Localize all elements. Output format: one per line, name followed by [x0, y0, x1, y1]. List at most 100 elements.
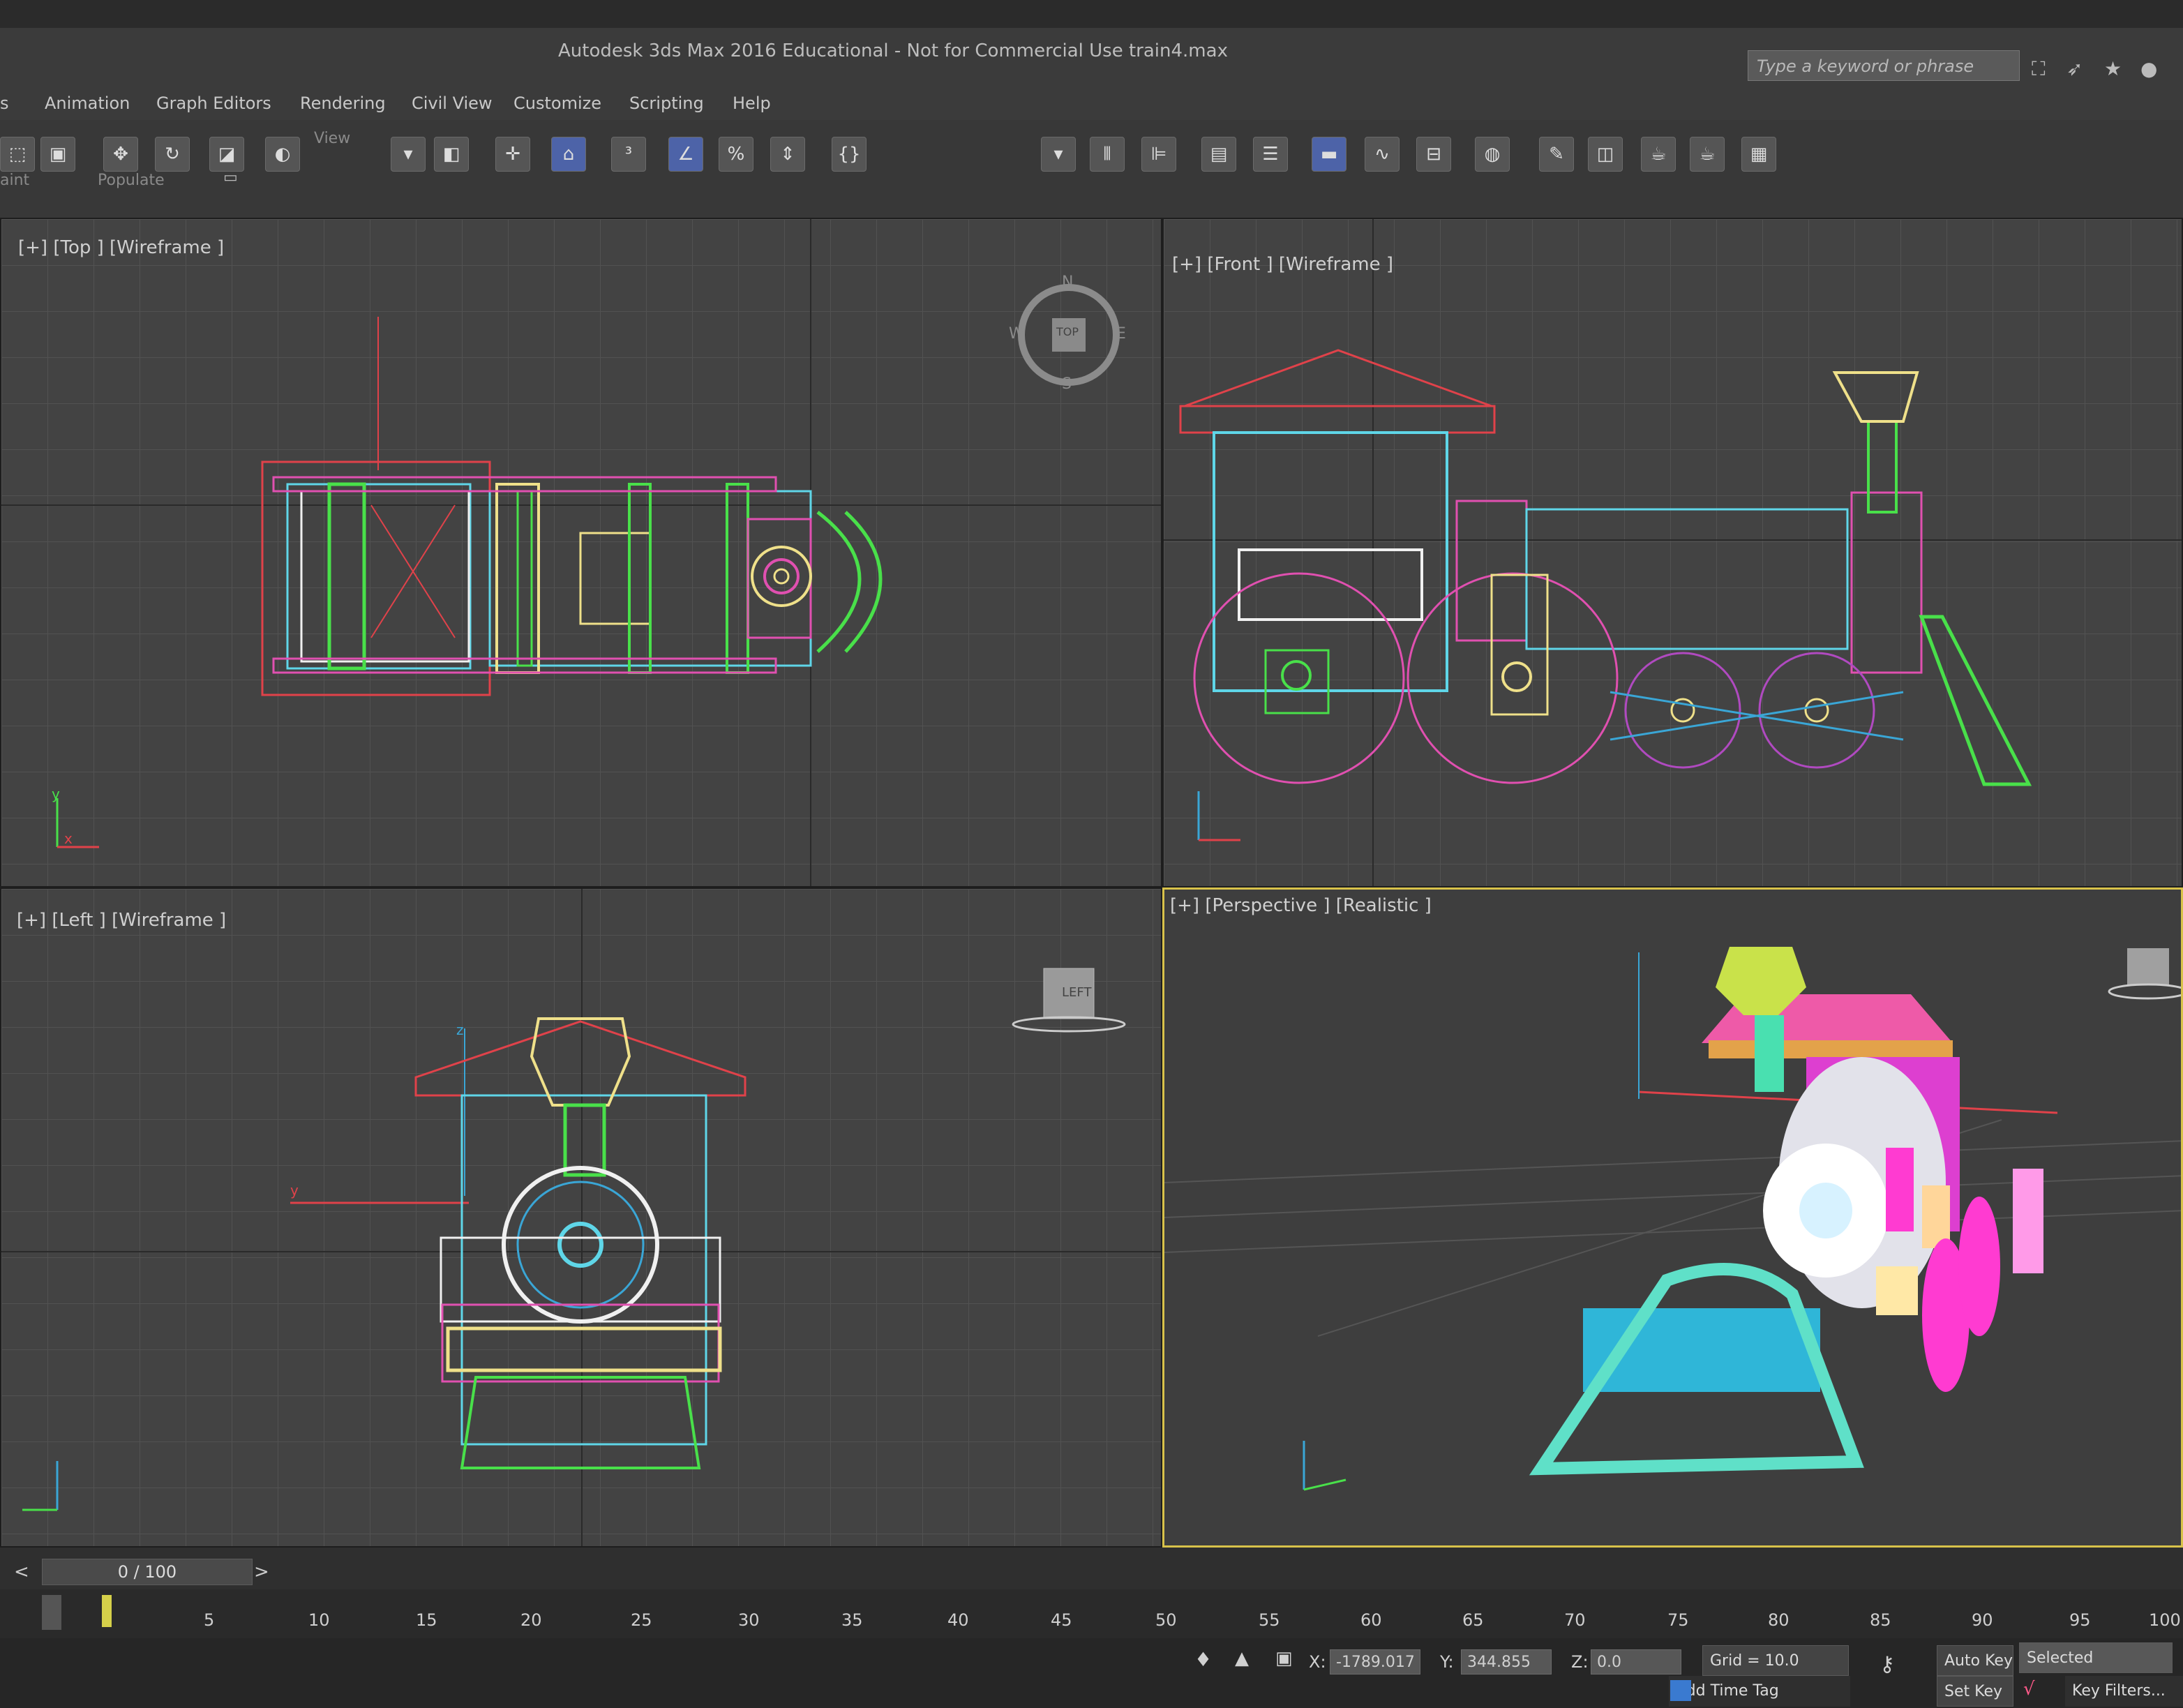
key-mode-icon[interactable] — [42, 1595, 61, 1630]
menu-item-partial[interactable]: s — [0, 93, 9, 113]
tick-label: 45 — [1051, 1610, 1072, 1630]
viewcube-left[interactable] — [1012, 968, 1126, 1033]
tick-label: 70 — [1564, 1610, 1586, 1630]
key-filter-icon[interactable]: √ — [2023, 1679, 2035, 1700]
prev-frame-button[interactable]: < — [14, 1561, 29, 1582]
render-iterative-icon[interactable]: ☕ — [1690, 137, 1725, 172]
user-icon[interactable]: ● — [2140, 57, 2157, 80]
render-online-icon[interactable]: ▦ — [1741, 137, 1776, 172]
curve-editor-icon[interactable]: ∿ — [1365, 137, 1400, 172]
search-input[interactable]: Type a keyword or phrase — [1748, 50, 2020, 81]
menu-rendering[interactable]: Rendering — [300, 93, 386, 113]
viewcube-left-face[interactable]: LEFT — [1062, 985, 1091, 1000]
viewport-label-top[interactable]: [+] [Top ] [Wireframe ] — [18, 237, 224, 258]
auto-key-button[interactable]: Auto Key — [1937, 1645, 2013, 1676]
main-toolbar: ⬚ ▣ ✥ ↻ ◪ ◐ View ▾ ◧ ✛ ⌂ ³ ∠ % ⇕ {} ▾ ⫴ … — [0, 120, 2183, 218]
mirror-icon[interactable]: ⫴ — [1090, 137, 1125, 172]
render-setup-icon[interactable]: ✎ — [1539, 137, 1574, 172]
place-icon[interactable]: ◐ — [265, 137, 300, 172]
grid-display: Grid = 10.0 — [1702, 1645, 1849, 1676]
left-axis-y-label: y — [290, 1182, 299, 1199]
lock-selection-icon[interactable]: ▲ — [1235, 1648, 1249, 1669]
next-frame-button[interactable]: > — [254, 1561, 269, 1582]
scale-icon[interactable]: ◪ — [209, 137, 244, 172]
tick-label: 10 — [308, 1610, 330, 1630]
left-axis-z-label: z — [456, 1021, 464, 1038]
isolate-icon[interactable]: ♦ — [1194, 1648, 1212, 1671]
viewport-label-left[interactable]: [+] [Left ] [Wireframe ] — [17, 910, 226, 931]
viewport-perspective[interactable]: [+] [Perspective ] [Realistic ] — [1162, 887, 2183, 1548]
menu-bar: s Animation Graph Editors Rendering Civi… — [0, 84, 2183, 120]
pivot-icon[interactable]: ▾ — [391, 137, 426, 172]
snaps-toggle-icon[interactable]: ³ — [611, 137, 646, 172]
ribbon-icon[interactable]: ▬ — [1312, 137, 1346, 172]
schematic-view-icon[interactable]: ⊟ — [1416, 137, 1451, 172]
render-production-icon[interactable]: ☕ — [1641, 137, 1676, 172]
viewport-front[interactable]: [+] [Front ] [Wireframe ] — [1162, 218, 2183, 887]
angle-snap-icon[interactable]: ∠ — [668, 137, 703, 172]
time-slider[interactable]: 0 / 100 — [42, 1559, 253, 1585]
spinner-snap-icon[interactable]: ⇕ — [770, 137, 805, 172]
rendered-frame-icon[interactable]: ◫ — [1588, 137, 1623, 172]
track-bar[interactable]: 5 10 15 20 25 30 35 40 45 50 55 60 65 70… — [0, 1589, 2183, 1638]
viewport-top[interactable]: [+] [Top ] [Wireframe ] N S E W TOP x y — [0, 218, 1162, 887]
axis-x-label: x — [64, 830, 73, 847]
tick-label: 35 — [841, 1610, 863, 1630]
tick-label: 65 — [1462, 1610, 1484, 1630]
rotate-icon[interactable]: ↻ — [155, 137, 190, 172]
layer-explorer-icon[interactable]: ▤ — [1201, 137, 1236, 172]
axis-constraint-icon[interactable]: ✛ — [495, 137, 530, 172]
viewcube-top-face[interactable]: TOP — [1056, 325, 1079, 338]
connect-icon[interactable]: ➶ — [2066, 57, 2083, 80]
viewport-left[interactable]: [+] [Left ] [Wireframe ] LEFT y z — [0, 887, 1162, 1548]
add-time-tag-button[interactable]: Add Time Tag — [1669, 1676, 1850, 1707]
align-icon[interactable]: ⊫ — [1141, 137, 1176, 172]
menu-customize[interactable]: Customize — [513, 93, 601, 113]
tick-label: 60 — [1360, 1610, 1382, 1630]
compass-north: N — [1062, 274, 1074, 291]
tick-label: 25 — [631, 1610, 652, 1630]
tick-label: 55 — [1259, 1610, 1280, 1630]
select-region-icon[interactable]: ⬚ — [0, 137, 35, 172]
key-filters-button[interactable]: Key Filters... — [2065, 1676, 2183, 1707]
viewcube-perspective[interactable] — [2108, 948, 2183, 1000]
favorites-icon[interactable]: ★ — [2104, 57, 2122, 80]
material-editor-icon[interactable]: ◍ — [1475, 137, 1510, 172]
ribbon-toggle-icon[interactable]: ▭ — [223, 169, 238, 186]
z-coord-label: Z: — [1571, 1652, 1589, 1672]
tick-label: 30 — [738, 1610, 760, 1630]
key-icon[interactable]: ⚷ — [1880, 1652, 1895, 1677]
viewport-label-front[interactable]: [+] [Front ] [Wireframe ] — [1172, 254, 1393, 275]
y-coord-field[interactable]: 344.855 — [1461, 1649, 1552, 1675]
named-sets-icon[interactable]: ▾ — [1041, 137, 1076, 172]
populate-tab[interactable]: Populate — [98, 172, 165, 189]
percent-snap-icon[interactable]: % — [719, 137, 753, 172]
viewport-label-perspective[interactable]: [+] [Perspective ] [Realistic ] — [1170, 895, 1432, 916]
app-window: Autodesk 3ds Max 2016 Educational - Not … — [0, 0, 2183, 1708]
absolute-mode-icon[interactable]: ▣ — [1275, 1648, 1293, 1669]
time-tag-icon[interactable] — [1670, 1680, 1691, 1701]
menu-scripting[interactable]: Scripting — [629, 93, 704, 113]
time-slider-bar: < 0 / 100 > — [0, 1548, 2183, 1589]
set-key-button[interactable]: Set Key — [1937, 1676, 2013, 1707]
named-selection-icon[interactable]: {} — [832, 137, 867, 172]
layers-icon[interactable]: ☰ — [1253, 137, 1288, 172]
z-coord-field[interactable]: 0.0 — [1591, 1649, 1681, 1675]
time-cursor[interactable] — [102, 1595, 112, 1627]
window-crossing-icon[interactable]: ▣ — [40, 137, 75, 172]
menu-graph-editors[interactable]: Graph Editors — [156, 93, 271, 113]
menu-civil-view[interactable]: Civil View — [412, 93, 493, 113]
view-label: View — [314, 130, 351, 147]
menu-help[interactable]: Help — [733, 93, 771, 113]
binoculars-icon[interactable]: ⛶ — [2032, 57, 2046, 81]
tick-label: 20 — [520, 1610, 542, 1630]
selected-dropdown[interactable]: Selected — [2019, 1642, 2173, 1673]
x-coord-field[interactable]: -1789.017 — [1330, 1649, 1420, 1675]
move-icon[interactable]: ✥ — [103, 137, 138, 172]
select-manipulate-icon[interactable]: ◧ — [434, 137, 469, 172]
menu-animation[interactable]: Animation — [45, 93, 130, 113]
keyboard-shortcut-icon[interactable]: ⌂ — [551, 137, 586, 172]
tick-label: 85 — [1870, 1610, 1891, 1630]
tick-label: 40 — [947, 1610, 969, 1630]
compass-south: S — [1062, 375, 1072, 393]
